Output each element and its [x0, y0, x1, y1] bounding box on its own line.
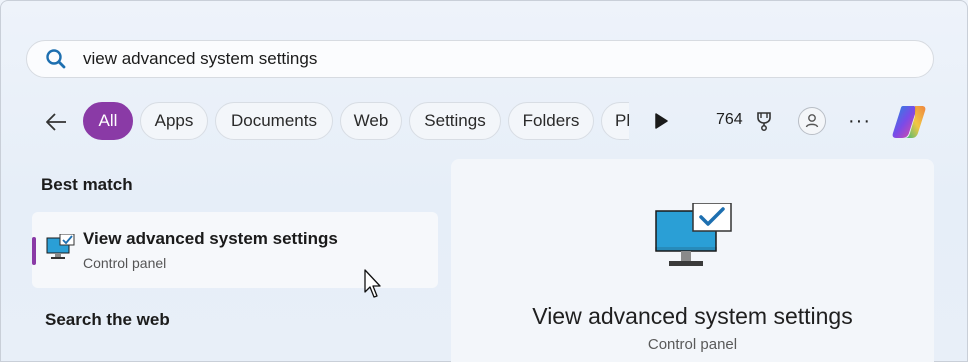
search-icon: [46, 49, 66, 69]
filter-all[interactable]: All: [83, 102, 133, 140]
rewards-points[interactable]: 764: [716, 111, 743, 129]
preview-title: View advanced system settings: [532, 303, 853, 329]
person-icon: [805, 114, 819, 128]
filter-web[interactable]: Web: [340, 102, 402, 140]
mouse-cursor-icon: [364, 269, 381, 298]
selection-indicator: [32, 237, 36, 265]
filter-settings[interactable]: Settings: [409, 102, 501, 140]
copilot-icon[interactable]: [889, 102, 929, 142]
back-arrow-icon: [46, 113, 66, 131]
scroll-filters-play-icon[interactable]: [650, 110, 672, 132]
filter-folders[interactable]: Folders: [508, 102, 594, 140]
search-input[interactable]: [81, 48, 905, 70]
best-match-title: View advanced system settings: [83, 229, 338, 248]
filter-apps[interactable]: Apps: [140, 102, 208, 140]
search-box[interactable]: [26, 40, 934, 78]
system-settings-monitor-icon: [46, 234, 75, 259]
back-button[interactable]: [40, 106, 72, 138]
filter-tabs: All Apps Documents Web Settings Folders …: [83, 102, 629, 142]
account-avatar[interactable]: [798, 107, 826, 135]
best-match-subtitle: Control panel: [83, 255, 167, 271]
system-settings-large-icon: [655, 203, 732, 266]
filter-documents[interactable]: Documents: [215, 102, 333, 140]
filter-photos[interactable]: Ph: [601, 102, 629, 140]
more-options-button[interactable]: ···: [848, 110, 871, 133]
best-match-heading: Best match: [41, 175, 133, 194]
rewards-trophy-icon[interactable]: [753, 110, 775, 132]
preview-subtitle: Control panel: [647, 336, 738, 353]
preview-pane: View advanced system settings Control pa…: [451, 159, 934, 362]
search-the-web-heading: Search the web: [45, 310, 170, 329]
